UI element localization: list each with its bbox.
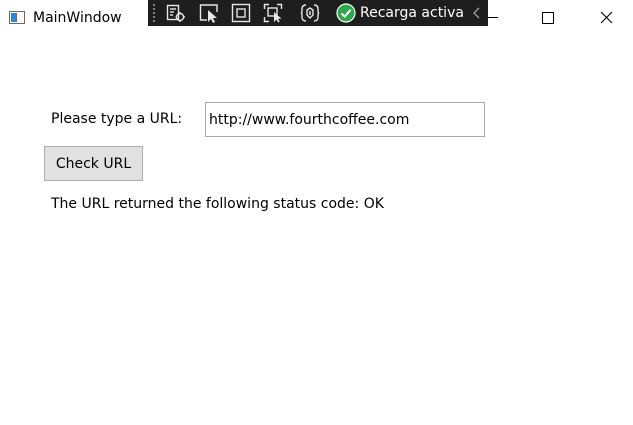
window-app-icon[interactable]	[9, 11, 25, 24]
display-layout-adorners-icon[interactable]	[231, 3, 251, 23]
close-button[interactable]	[583, 0, 629, 34]
live-visual-tree-icon[interactable]	[166, 3, 186, 23]
maximize-icon	[542, 12, 554, 24]
status-text: The URL returned the following status co…	[51, 196, 360, 212]
title-bar[interactable]: MainWindow Recarga activa	[0, 0, 633, 36]
maximize-button[interactable]	[524, 0, 570, 34]
select-element-icon[interactable]	[199, 3, 219, 23]
hot-reload-status[interactable]: Recarga activa	[336, 2, 464, 24]
close-icon	[600, 11, 613, 24]
minimize-button[interactable]	[466, 0, 512, 34]
hot-reload-ok-icon	[336, 3, 356, 23]
check-url-button[interactable]: Check URL	[44, 146, 143, 181]
minimize-icon	[488, 17, 498, 18]
status-message: The URL returned the following status co…	[51, 195, 384, 213]
wpf-dev-toolbar: Recarga activa	[148, 0, 488, 26]
toolbar-grip-handle[interactable]	[152, 3, 156, 23]
track-focus-icon[interactable]	[263, 3, 283, 23]
app-icon-pane	[11, 13, 17, 22]
hot-reload-label: Recarga activa	[360, 5, 464, 21]
url-input[interactable]	[205, 102, 485, 137]
url-label: Please type a URL:	[51, 111, 183, 127]
window-title: MainWindow	[33, 10, 122, 26]
status-code: OK	[363, 196, 384, 212]
main-window: MainWindow Recarga activa Please type a …	[0, 0, 633, 425]
binding-failures-icon[interactable]	[300, 3, 320, 23]
